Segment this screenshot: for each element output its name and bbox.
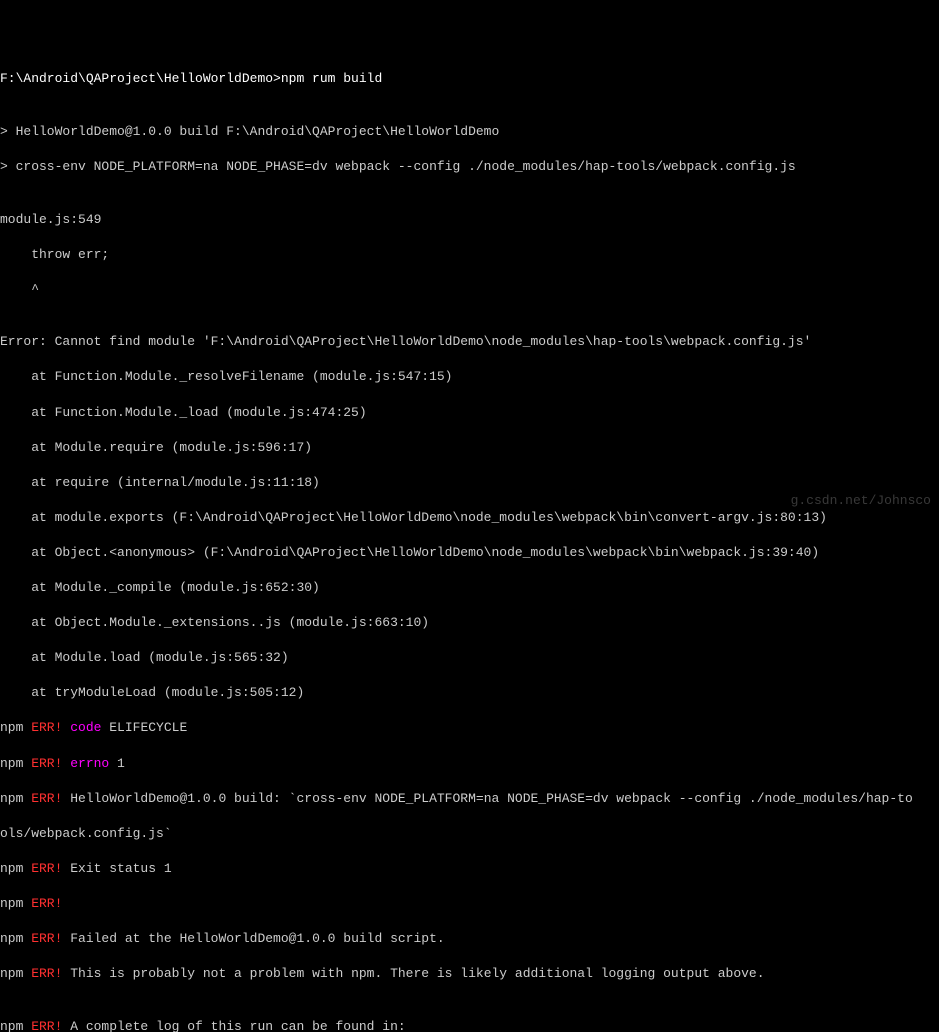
stack-line: at Object.Module._extensions..js (module… xyxy=(0,614,939,632)
err-tag: ERR! xyxy=(23,931,62,946)
err-tag: ERR! xyxy=(23,1019,62,1032)
stack-line: at Function.Module._load (module.js:474:… xyxy=(0,404,939,422)
npm-err-line: npm ERR! xyxy=(0,895,939,913)
err-tag: ERR! xyxy=(23,720,62,735)
stack-line: at require (internal/module.js:11:18) xyxy=(0,474,939,492)
stack-line: at Module.require (module.js:596:17) xyxy=(0,439,939,457)
watermark: g.csdn.net/Johnsco xyxy=(791,492,931,510)
err-msg: A complete log of this run can be found … xyxy=(62,1019,405,1032)
err-tag: ERR! xyxy=(23,756,62,771)
npm-label: npm xyxy=(0,896,23,911)
npm-label: npm xyxy=(0,861,23,876)
stack-line: at Function.Module._resolveFilename (mod… xyxy=(0,368,939,386)
err-msg: This is probably not a problem with npm.… xyxy=(62,966,764,981)
npm-err-line: npm ERR! Failed at the HelloWorldDemo@1.… xyxy=(0,930,939,948)
npm-label: npm xyxy=(0,791,23,806)
script-command: > cross-env NODE_PLATFORM=na NODE_PHASE=… xyxy=(0,158,939,176)
command-prompt: F:\Android\QAProject\HelloWorldDemo>npm … xyxy=(0,70,939,88)
npm-label: npm xyxy=(0,1019,23,1032)
err-tag: ERR! xyxy=(23,791,62,806)
err-tag: ERR! xyxy=(23,861,62,876)
npm-label: npm xyxy=(0,720,23,735)
err-field: code xyxy=(62,720,101,735)
npm-err-line: npm ERR! A complete log of this run can … xyxy=(0,1018,939,1032)
npm-label: npm xyxy=(0,931,23,946)
stack-line: at Object.<anonymous> (F:\Android\QAProj… xyxy=(0,544,939,562)
npm-err-line: npm ERR! code ELIFECYCLE xyxy=(0,719,939,737)
stack-line: at tryModuleLoad (module.js:505:12) xyxy=(0,684,939,702)
npm-err-line: npm ERR! errno 1 xyxy=(0,755,939,773)
npm-err-line: npm ERR! HelloWorldDemo@1.0.0 build: `cr… xyxy=(0,790,939,808)
npm-label: npm xyxy=(0,966,23,981)
err-value: ELIFECYCLE xyxy=(101,720,187,735)
err-tag: ERR! xyxy=(23,966,62,981)
err-msg: Failed at the HelloWorldDemo@1.0.0 build… xyxy=(62,931,444,946)
error-message: Error: Cannot find module 'F:\Android\QA… xyxy=(0,333,939,351)
caret-line: ^ xyxy=(0,281,939,299)
stack-line: at Module._compile (module.js:652:30) xyxy=(0,579,939,597)
err-msg: Exit status 1 xyxy=(62,861,171,876)
npm-err-line: npm ERR! Exit status 1 xyxy=(0,860,939,878)
script-header: > HelloWorldDemo@1.0.0 build F:\Android\… xyxy=(0,123,939,141)
npm-label: npm xyxy=(0,756,23,771)
stack-line: at module.exports (F:\Android\QAProject\… xyxy=(0,509,939,527)
err-value: 1 xyxy=(109,756,125,771)
stack-line: at Module.load (module.js:565:32) xyxy=(0,649,939,667)
err-field: errno xyxy=(62,756,109,771)
module-line: module.js:549 xyxy=(0,211,939,229)
throw-line: throw err; xyxy=(0,246,939,264)
npm-err-line: npm ERR! This is probably not a problem … xyxy=(0,965,939,983)
err-msg-cont: ols/webpack.config.js` xyxy=(0,825,939,843)
err-msg: HelloWorldDemo@1.0.0 build: `cross-env N… xyxy=(62,791,912,806)
err-tag: ERR! xyxy=(23,896,62,911)
